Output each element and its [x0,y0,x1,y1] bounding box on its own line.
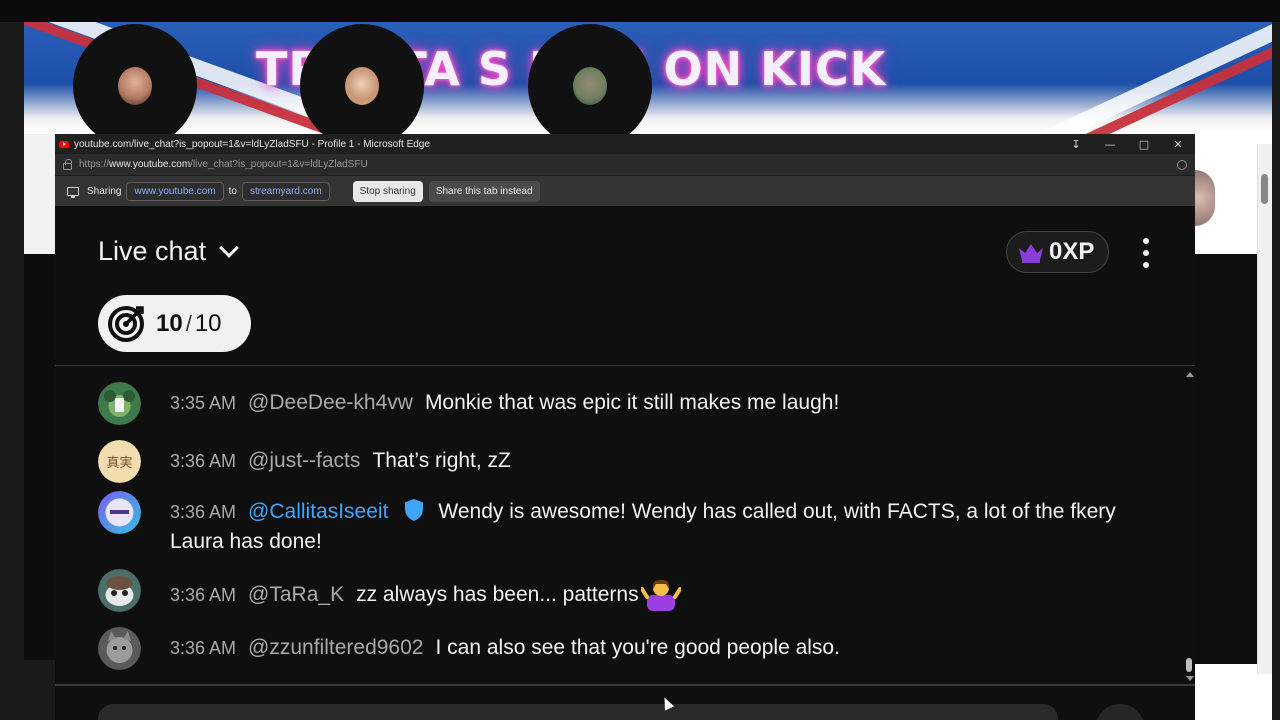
target-icon [108,305,144,342]
chat-scroll-thumb[interactable] [1186,658,1192,672]
message-timestamp: 3:36 AM [170,502,237,522]
crown-icon [1019,244,1043,263]
message-timestamp: 3:36 AM [170,451,237,471]
flag-stripe [1001,22,1272,134]
message-author[interactable]: @DeeDee-kh4vw [248,391,413,414]
goal-total: 10 [194,309,222,337]
chat-message: 3:36 AM @zzunfiltered9602 I can also see t… [98,627,1168,670]
message-text: Monkie that was epic it still makes me l… [424,391,840,414]
minimize-button[interactable]: — [1093,134,1127,154]
window-title: youtube.com/live_chat?is_popout=1&v=ldLy… [74,138,430,150]
message-timestamp: 3:36 AM [170,638,237,658]
avatar[interactable] [98,627,141,670]
sharing-source-chip[interactable]: www.youtube.com [126,181,224,201]
message-text: zz always has been... patterns [356,583,639,606]
message-author[interactable]: @CallitasIseeit [248,500,388,523]
message-text: That’s right, zZ [372,449,511,472]
chat-scrollbar[interactable] [1183,368,1195,684]
goal-current: 10 [156,309,183,337]
avatar[interactable] [98,569,141,612]
message-timestamp: 3:36 AM [170,585,237,605]
xp-value: 0XP [1049,238,1095,265]
sharing-target-chip[interactable]: streamyard.com [241,181,330,201]
maximize-button[interactable]: □ [1127,134,1161,154]
tab-sharing-bar: Sharing www.youtube.com to streamyard.co… [55,176,1195,206]
title-bar[interactable]: youtube.com/live_chat?is_popout=1&v=ldLy… [55,134,1195,154]
chat-message: 3:36 AM @TaRa_K zz always has been... patt… [98,569,1168,612]
goal-separator: / [185,310,192,336]
stop-sharing-button[interactable]: Stop sharing [352,180,423,202]
more-options-icon[interactable] [1138,236,1154,270]
share-this-tab-button[interactable]: Share this tab instead [428,180,540,202]
background-scrollbar[interactable] [1257,144,1272,674]
scroll-up-icon[interactable] [1186,372,1194,377]
live-chat-mode-selector[interactable]: Live chat [98,236,239,267]
webcam-circle [300,24,424,148]
background-page-left [24,134,55,660]
address-bar[interactable]: https://www.youtube.com/live_chat?is_pop… [55,154,1195,176]
close-button[interactable]: ✕ [1161,134,1195,154]
url-host: www.youtube.com [109,159,191,170]
sharing-label: Sharing [87,185,122,197]
window-controls: ↧ — □ ✕ [1059,134,1195,154]
screen: TR A TA S LIVE ON KICK youtube.com/live_… [0,0,1280,720]
background-avatar [1195,170,1215,226]
background-dark-panel [1195,254,1257,664]
url-path: /live_chat?is_popout=1&v=ldLyZladSFU [190,159,368,170]
message-author[interactable]: @zzunfiltered9602 [248,636,423,659]
svg-text:真実: 真実 [106,455,132,471]
chat-goal-pill[interactable]: 10/10 [98,295,251,352]
url-scheme: https:// [79,159,110,170]
message-text: I can also see that you're good people a… [435,636,840,659]
webcam-face [573,67,607,105]
live-chat-title: Live chat [98,236,207,266]
chat-input-field[interactable] [98,704,1058,720]
webcam-circle [528,24,652,148]
background-page-right [1195,134,1272,720]
webcam-face [118,67,152,105]
webcam-circle [73,24,197,148]
message-author[interactable]: @just--facts [248,449,360,472]
chat-input-divider [55,684,1195,686]
download-icon[interactable]: ↧ [1059,134,1093,154]
xp-badge[interactable]: 0XP [1006,231,1109,273]
avatar[interactable]: 真実 [98,440,141,483]
sharing-to-label: to [228,185,237,197]
message-timestamp: 3:35 AM [170,393,237,413]
background-dark-panel [24,254,55,660]
chat-header: Live chat 0XP 10/10 [55,206,1195,366]
scroll-down-icon[interactable] [1186,676,1194,681]
chevron-down-icon [219,237,239,258]
send-button[interactable] [1095,704,1145,720]
top-strip [0,0,1280,22]
zoom-icon[interactable] [1177,159,1187,170]
webcam-face [345,67,379,105]
goal-progress: 10/10 [156,310,222,338]
lock-icon[interactable] [63,158,72,170]
message-author[interactable]: @TaRa_K [248,583,344,606]
edge-popup-window: youtube.com/live_chat?is_popout=1&v=ldLy… [55,134,1195,720]
avatar[interactable] [98,382,141,425]
avatar[interactable] [98,491,141,534]
screen-share-icon [67,186,79,198]
url-text[interactable]: https://www.youtube.com/live_chat?is_pop… [79,159,1177,170]
chat-message: 3:35 AM @DeeDee-kh4vw Monkie that was epic… [98,382,1168,425]
chat-message: 真実 3:36 AM @just--facts That’s right, zZ [98,440,1168,483]
shrug-emoji-icon [640,579,681,611]
chat-message: 3:36 AM @CallitasIseeit Wendy is awesome! … [98,491,1168,556]
background-scroll-thumb[interactable] [1261,174,1268,204]
youtube-favicon-icon [59,140,69,148]
moderator-shield-icon [405,499,424,521]
